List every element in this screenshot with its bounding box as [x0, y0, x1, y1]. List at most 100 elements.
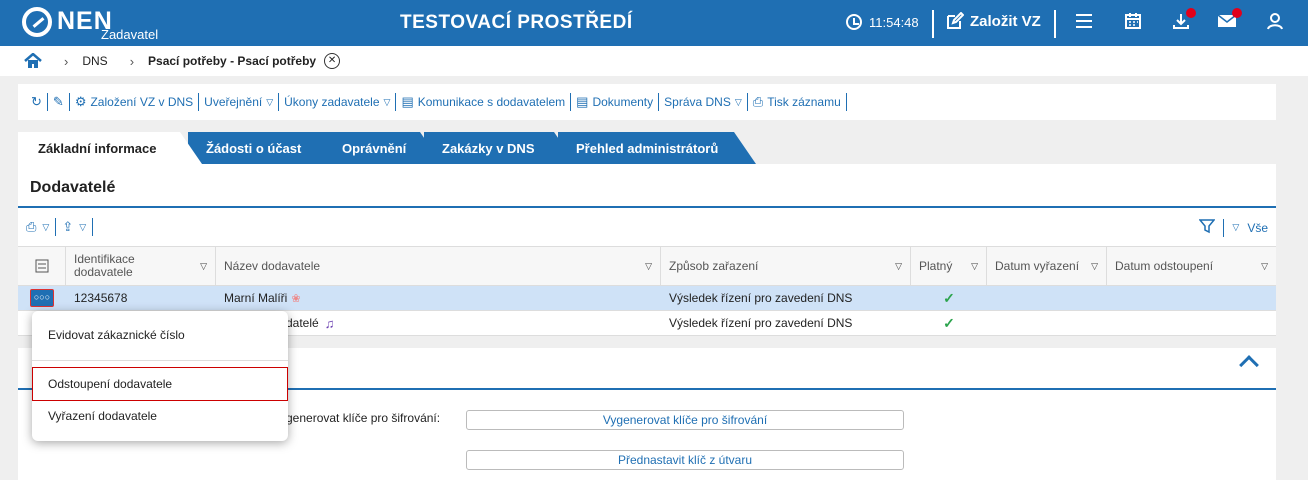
divider [55, 218, 57, 236]
caret-down-icon[interactable]: ▽ [79, 222, 86, 233]
breadcrumb-dns[interactable]: DNS [82, 54, 107, 68]
download-icon[interactable] [1170, 8, 1196, 34]
valid-cell: ✓ [911, 311, 987, 335]
tab-participation-requests[interactable]: Žádosti o účast [188, 132, 346, 164]
removal-date [987, 311, 1107, 335]
sort-icon[interactable]: ▽ [971, 260, 978, 273]
print-icon[interactable]: ⎙ [26, 219, 36, 235]
sort-icon[interactable]: ▽ [1091, 260, 1098, 273]
logo-mark-icon [22, 7, 52, 37]
removal-date [987, 286, 1107, 310]
filter-all[interactable]: Vše [1247, 221, 1268, 235]
column-label: Identifikace dodavatele [74, 252, 135, 279]
logo-subtitle: Zadavatel [101, 27, 159, 42]
edit-icon [947, 12, 964, 29]
column-header[interactable]: Platný ▽ [911, 247, 987, 285]
user-icon[interactable] [1264, 12, 1286, 34]
tab-basic-info[interactable]: Základní informace [18, 132, 202, 164]
row-actions-button[interactable]: ○○○ [30, 289, 54, 307]
home-icon[interactable] [24, 52, 42, 69]
supplier-communication-button[interactable]: ▤ Komunikace s dodavatelem [396, 93, 572, 111]
table-header: Identifikace dodavatele ▽ Název dodavatel… [18, 247, 1276, 286]
inclusion-method: Výsledek řízení pro zavedení DNS [669, 316, 853, 330]
column-label: Platný [919, 258, 953, 273]
close-icon[interactable]: ✕ [324, 53, 341, 69]
create-vz-label: Založit VZ [970, 12, 1041, 30]
column-header[interactable]: Datum odstoupení ▽ [1107, 247, 1276, 285]
sort-icon[interactable]: ▽ [895, 260, 902, 273]
dns-management-menu[interactable]: Správa DNS ▽ [659, 93, 748, 111]
calendar-icon[interactable] [1122, 12, 1144, 34]
supplier-name[interactable]: Marní Malíři [224, 291, 287, 305]
column-header[interactable]: Způsob zařazení ▽ [661, 247, 911, 285]
toolbar-label: Úkony zadavatele [284, 95, 380, 109]
documents-button[interactable]: ▤ Dokumenty [571, 93, 660, 111]
refresh-icon: ↻ [31, 94, 42, 109]
tab-admin-overview[interactable]: Přehled administrátorů [558, 132, 756, 164]
toolbar-label: Uveřejnění [204, 95, 263, 109]
tab-contracts-in-dns[interactable]: Zakázky v DNS [424, 132, 576, 164]
create-vz-dns-button[interactable]: ⚙ Založení VZ v DNS [70, 93, 200, 111]
mail-icon[interactable] [1216, 8, 1242, 34]
export-icon[interactable]: ⇪ [62, 219, 73, 235]
clock-icon [846, 14, 862, 30]
sort-icon[interactable]: ▽ [1261, 260, 1268, 273]
music-note-icon: ♫ [324, 315, 335, 331]
toolbar-label: Tisk záznamu [767, 95, 841, 109]
document-icon: ▤ [576, 94, 589, 109]
refresh-button[interactable]: ↻ [26, 93, 48, 111]
divider [92, 218, 94, 236]
toolbar-label: Správa DNS [664, 95, 731, 109]
sort-icon[interactable]: ▽ [200, 260, 207, 273]
chevron-right-icon: › [64, 53, 69, 69]
menu-item-supplier-removal[interactable]: Vyřazení dodavatele [48, 409, 157, 423]
preset-key-button[interactable]: Přednastavit klíč z útvaru [466, 450, 904, 470]
action-toolbar: ↻ ✎ ⚙ Založení VZ v DNS Uveřejnění ▽ Úkony… [18, 84, 1276, 120]
sort-icon[interactable]: ▽ [645, 260, 652, 273]
chevron-up-icon[interactable] [1239, 355, 1259, 375]
menu-item-customer-number[interactable]: Evidovat zákaznické číslo [48, 328, 185, 342]
column-label: Datum odstoupení [1115, 258, 1214, 273]
toolbar-label: Založení VZ v DNS [90, 95, 194, 109]
header-divider [1054, 10, 1056, 38]
publication-menu[interactable]: Uveřejnění ▽ [199, 93, 280, 111]
panel-divider [18, 206, 1276, 208]
menu-icon[interactable] [1073, 12, 1095, 34]
edit-button[interactable]: ✎ [48, 93, 70, 111]
generate-keys-button[interactable]: Vygenerovat klíče pro šifrování [466, 410, 904, 430]
caret-down-icon[interactable]: ▽ [42, 222, 49, 233]
column-settings-button[interactable] [18, 247, 66, 285]
column-header[interactable]: Datum vyřazení ▽ [987, 247, 1107, 285]
column-label: Datum vyřazení [995, 258, 1080, 273]
column-header[interactable]: Název dodavatele ▽ [216, 247, 661, 285]
print-record-button[interactable]: ⎙ Tisk záznamu [748, 93, 847, 111]
divider [1223, 218, 1225, 237]
document-icon: ▤ [401, 94, 414, 109]
toolbar-label: Dokumenty [592, 95, 654, 109]
supplier-name-cell: Marní Malíři ❀ [216, 286, 661, 310]
header-divider [932, 10, 934, 38]
panel-title: Dodavatelé [30, 179, 116, 196]
notification-badge [1232, 8, 1242, 18]
menu-divider [32, 360, 288, 361]
settings-icon [35, 259, 48, 273]
column-label: Způsob zařazení [669, 258, 759, 273]
caret-down-icon[interactable]: ▽ [1232, 222, 1239, 233]
row-actions-cell: ○○○ [18, 286, 66, 310]
table-row[interactable]: ○○○ 12345678 Marní Malíři ❀ Výsledek říze… [18, 286, 1276, 311]
document-gear-icon: ⚙ [74, 94, 87, 109]
breadcrumb: › DNS › Psací potřeby - Psací potřeby ✕ [0, 46, 1308, 76]
create-vz-button[interactable]: Založit VZ [946, 12, 1041, 30]
nen-logo[interactable]: NEN [22, 7, 113, 37]
filter-icon[interactable] [1198, 218, 1216, 237]
filter-controls: ▽ Vše [1198, 218, 1268, 237]
notification-badge [1186, 8, 1196, 18]
encryption-keys-label: ygenerovat klíče pro šifrování: [280, 411, 441, 425]
supplier-name[interactable]: datelé [286, 316, 319, 330]
contracting-acts-menu[interactable]: Úkony zadavatele ▽ [279, 93, 397, 111]
check-icon: ✓ [943, 289, 955, 306]
column-header[interactable]: Identifikace dodavatele ▽ [66, 247, 216, 285]
environment-title: TESTOVACÍ PROSTŘEDÍ [400, 12, 633, 33]
menu-item-supplier-withdrawal[interactable]: Odstoupení dodavatele [48, 377, 172, 391]
grid-tools: ⎙ ▽ ⇪ ▽ [26, 218, 94, 236]
